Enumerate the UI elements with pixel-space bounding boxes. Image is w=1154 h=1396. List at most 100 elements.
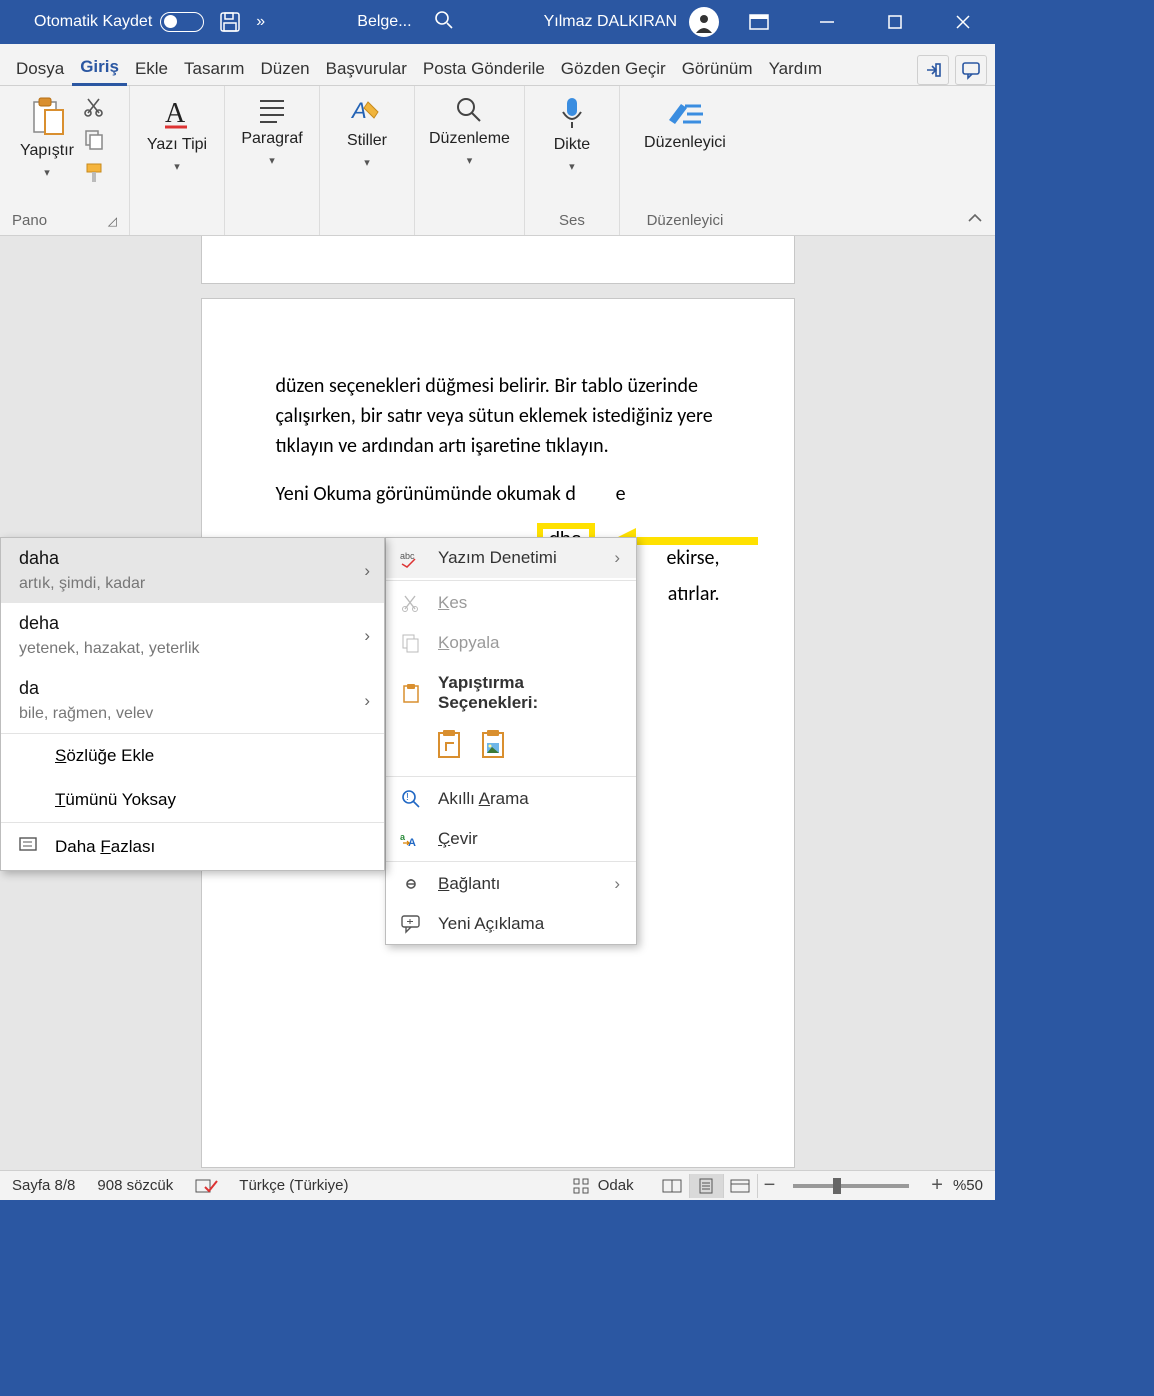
view-read-mode[interactable] [656,1174,690,1198]
chevron-down-icon: ▾ [44,166,50,179]
suggestion-item[interactable]: da bile, rağmen, velev › [1,668,384,733]
tab-design[interactable]: Tasarım [176,53,252,85]
editor-label: Düzenleyici [644,134,726,152]
see-more-icon [19,835,41,858]
ctx-translate[interactable]: aA Çevir [386,819,636,859]
paragraph-icon [257,96,287,124]
tab-mailings[interactable]: Posta Gönderile [415,53,553,85]
svg-text:A: A [165,98,186,129]
toggle-switch[interactable] [160,12,204,32]
zoom-level[interactable]: %50 [953,1177,983,1194]
save-icon[interactable] [216,8,244,36]
zoom-in-button[interactable]: + [921,1174,953,1197]
svg-text:!: ! [406,792,409,803]
view-print-layout[interactable] [690,1174,724,1198]
document-title[interactable]: Belge... [357,13,411,31]
ctx-spellcheck[interactable]: abc Yazım Denetimi › [386,538,636,578]
minimize-button[interactable] [799,0,855,44]
close-button[interactable] [935,0,991,44]
tab-help[interactable]: Yardım [761,53,831,85]
chevron-right-icon: › [364,626,370,646]
paste-keep-source-icon[interactable] [436,729,466,766]
avatar[interactable] [689,7,719,37]
chevron-down-icon: ▾ [269,154,275,167]
paste-picture-icon[interactable] [480,729,510,766]
paste-button[interactable]: Yapıştır ▾ [10,90,84,185]
tab-review[interactable]: Gözden Geçir [553,53,674,85]
editing-label: Düzenleme [429,130,510,148]
microphone-icon [559,96,585,130]
format-painter-icon[interactable] [84,162,106,189]
smart-lookup-icon: ! [400,789,422,809]
search-icon[interactable] [434,10,454,35]
status-word-count[interactable]: 908 sözcük [97,1177,173,1194]
comment-icon [400,915,422,933]
paragraph-label: Paragraf [241,130,302,148]
focus-mode[interactable]: Odak [572,1177,634,1195]
chevron-down-icon: ▾ [174,160,180,173]
status-page[interactable]: Sayfa 8/8 [12,1177,75,1194]
ctx-smart-lookup[interactable]: ! Akıllı Arama [386,779,636,819]
tab-view[interactable]: Görünüm [674,53,761,85]
link-icon [400,877,422,891]
autosave-toggle[interactable]: Otomatik Kaydet [34,12,204,32]
pane-editor-label: Düzenleyici [647,212,724,229]
styles-label: Stiller [347,132,387,150]
tab-home[interactable]: Giriş [72,51,127,86]
comments-button[interactable] [955,55,987,85]
user-name[interactable]: Yılmaz DALKIRAN [544,13,677,31]
paragraph-text[interactable]: düzen seçenekleri düğmesi belirir. Bir t… [276,371,720,461]
editing-group-button[interactable]: Düzenleme ▾ [425,90,514,173]
chevron-down-icon: ▾ [467,154,473,167]
ctx-cut: Kes [386,583,636,623]
suggestion-item[interactable]: deha yetenek, hazakat, yeterlik › [1,603,384,668]
chevron-right-icon: › [364,561,370,581]
dictate-button[interactable]: Dikte ▾ [535,90,609,179]
chevron-down-icon: ▾ [364,156,370,169]
clipboard-icon [400,683,422,703]
suggestion-item[interactable]: daha artık, şimdi, kadar › [1,538,384,603]
translate-icon: aA [400,830,422,848]
cut-icon [400,594,422,612]
styles-icon: A [352,96,382,126]
paragraph-group-button[interactable]: Paragraf ▾ [235,90,309,173]
dictate-label: Dikte [554,136,590,154]
search-icon [455,96,483,124]
font-icon: A [162,96,192,130]
svg-text:A: A [350,98,367,123]
ribbon-display-options-icon[interactable] [731,0,787,44]
chevron-right-icon: › [364,691,370,711]
tab-layout[interactable]: Düzen [252,53,317,85]
ignore-all[interactable]: Tümünü Yoksay [1,778,384,822]
share-button[interactable] [917,55,949,85]
previous-page-fragment [201,236,795,284]
status-language[interactable]: Türkçe (Türkiye) [239,1177,348,1194]
tab-references[interactable]: Başvurular [318,53,415,85]
collapse-ribbon-icon[interactable] [967,211,983,227]
pane-voice-label: Ses [559,212,585,229]
more-commands-icon[interactable]: » [256,13,267,31]
styles-group-button[interactable]: A Stiller ▾ [330,90,404,175]
copy-icon[interactable] [84,129,106,154]
tab-insert[interactable]: Ekle [127,53,176,85]
ctx-paste-options-header: Yapıştırma Seçenekleri: [386,663,636,723]
maximize-button[interactable] [867,0,923,44]
zoom-out-button[interactable]: − [758,1174,782,1197]
paragraph-text[interactable]: Yeni Okuma görünümünde okumak d dha e [276,479,720,509]
pane-pano-label: Pano [12,212,47,229]
status-spellcheck-icon[interactable] [195,1177,217,1195]
see-more[interactable]: Daha Fazlası [1,823,384,870]
abc-check-icon: abc [400,549,422,567]
tab-file[interactable]: Dosya [8,53,72,85]
ctx-link[interactable]: Bağlantı › [386,864,636,904]
editor-button[interactable]: Düzenleyici [630,90,740,158]
font-group-button[interactable]: A Yazı Tipi ▾ [140,90,214,179]
editor-icon [665,96,705,128]
view-web-layout[interactable] [724,1174,758,1198]
add-to-dictionary[interactable]: Sözlüğe Ekle [1,734,384,778]
cut-icon[interactable] [84,96,106,121]
zoom-slider[interactable] [793,1184,909,1188]
chevron-right-icon: › [614,548,620,568]
ctx-new-comment[interactable]: Yeni Açıklama [386,904,636,944]
dialog-launcher-icon[interactable]: ◿ [108,214,117,228]
